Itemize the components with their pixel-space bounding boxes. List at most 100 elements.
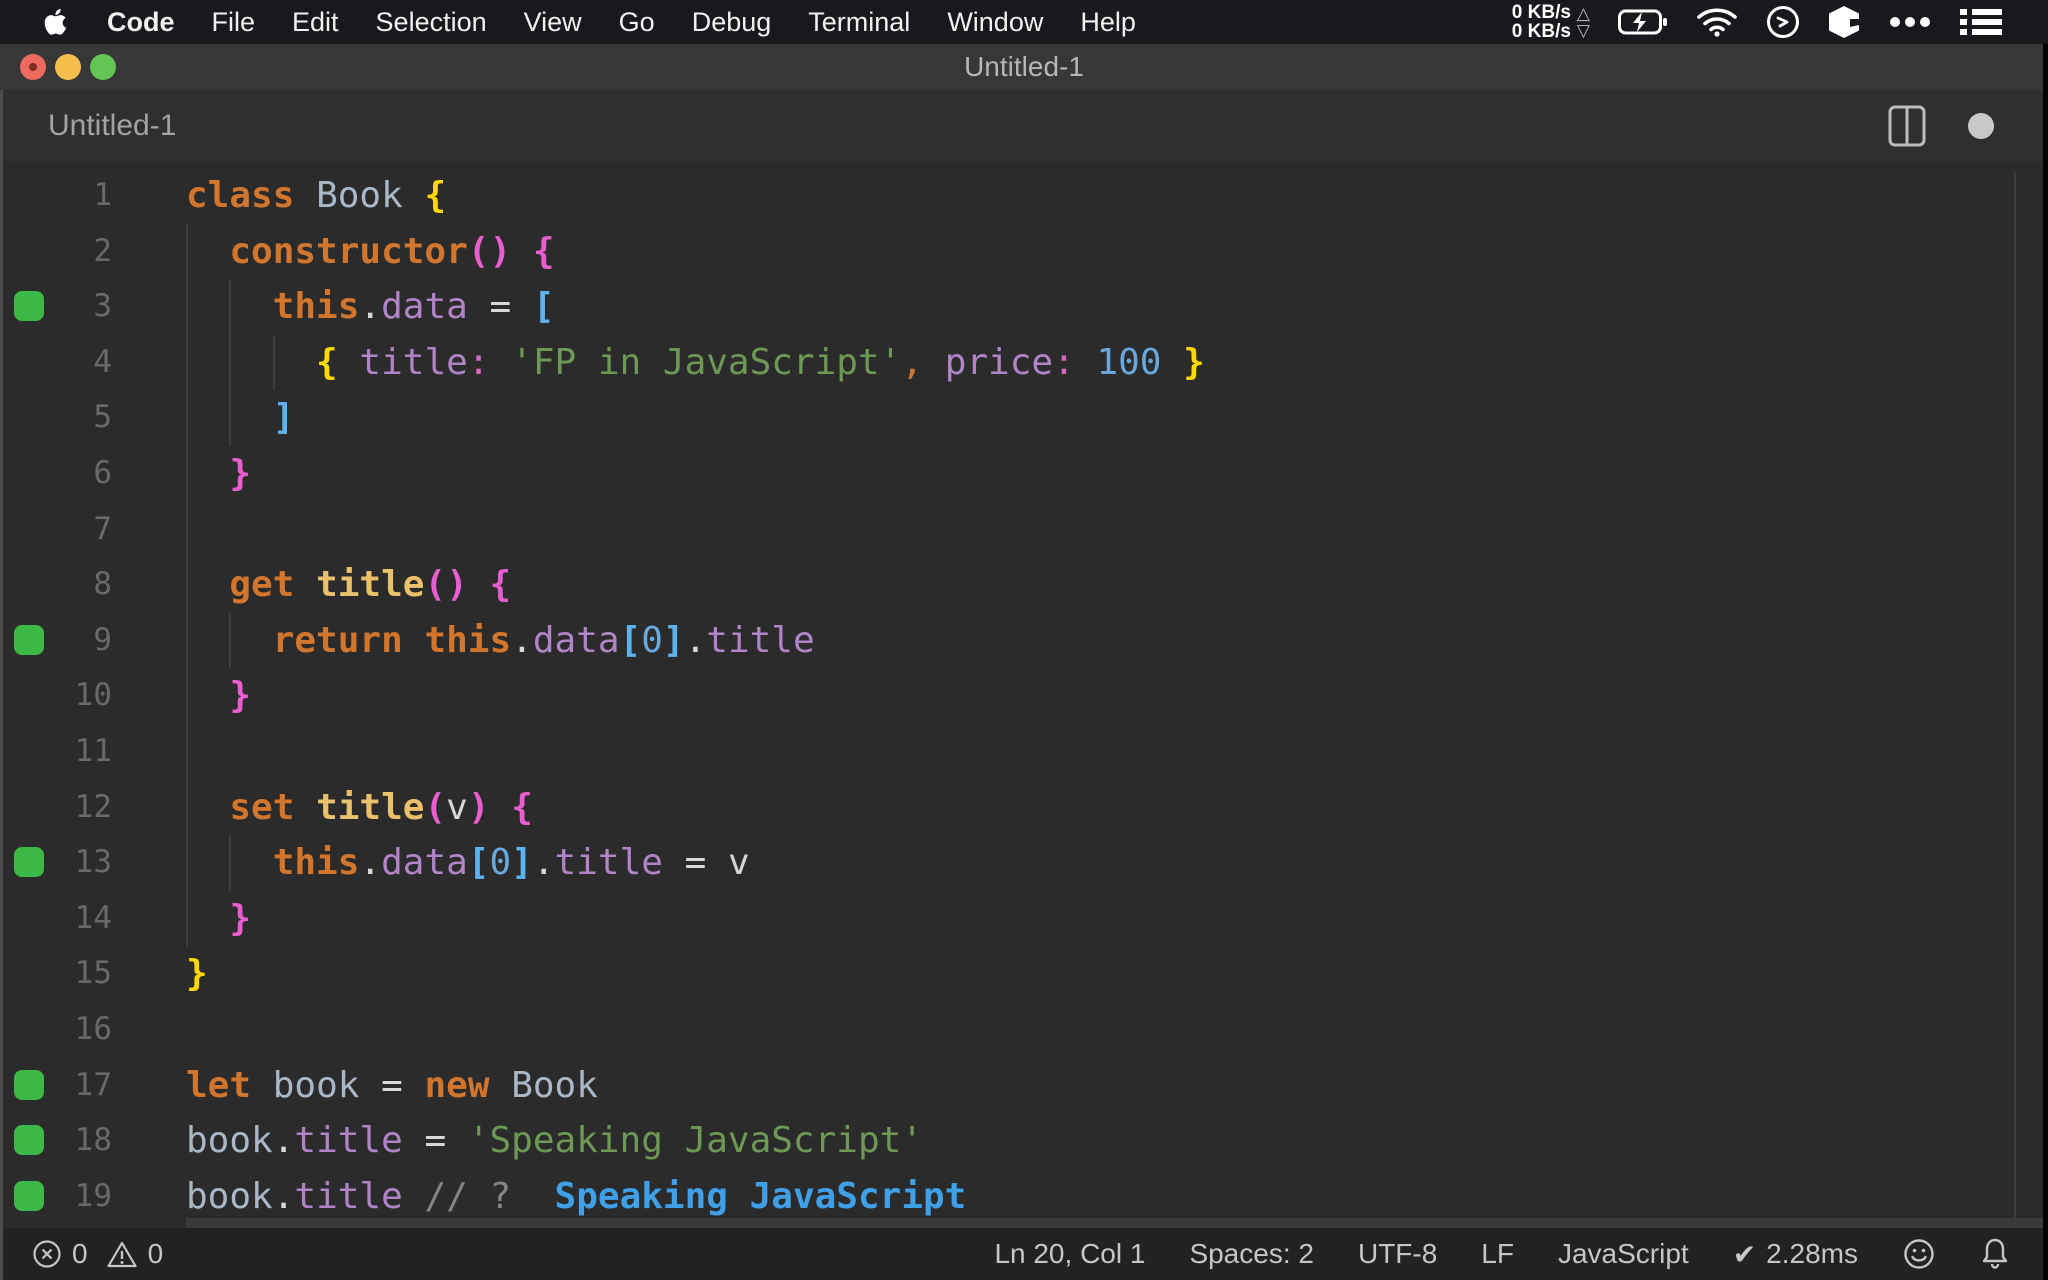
- code-line[interactable]: 18 book.title = 'Speaking JavaScript': [0, 1113, 2048, 1169]
- menu-item-debug[interactable]: Debug: [692, 7, 772, 38]
- code-line[interactable]: 1 class Book {: [0, 168, 2048, 224]
- menu-item-help[interactable]: Help: [1080, 7, 1136, 38]
- menu-item-code[interactable]: Code: [107, 7, 175, 38]
- cube-app-icon[interactable]: [1828, 5, 1860, 39]
- code-line[interactable]: 10 }: [0, 668, 2048, 724]
- code-line[interactable]: 7: [0, 501, 2048, 558]
- code-lines: 1 class Book {2 constructor() {3 this.dat…: [0, 168, 2048, 1224]
- code-line[interactable]: 11: [0, 723, 2048, 780]
- code-text: this.data = [: [272, 286, 555, 328]
- warning-icon: [106, 1240, 138, 1269]
- clock-app-icon[interactable]: [1766, 5, 1800, 39]
- code-text: ]: [272, 397, 295, 439]
- code-text: book.title = 'Speaking JavaScript': [186, 1120, 923, 1162]
- status-bar: 0 0 Ln 20, Col 1 Spaces: 2 UTF-8 LF JavaScri…: [0, 1228, 2048, 1280]
- editor-header: Untitled-1: [0, 90, 2048, 162]
- feedback-smiley-icon[interactable]: [1902, 1237, 1936, 1271]
- quokka-run-time[interactable]: ✔ 2.28ms: [1733, 1238, 1858, 1271]
- window-title-bar[interactable]: Untitled-1: [0, 44, 2048, 90]
- network-up-value: 0 KB/s: [1511, 2, 1571, 23]
- line-number: 6: [93, 454, 112, 491]
- unsaved-changes-indicator[interactable]: [1968, 113, 1994, 139]
- status-indentation[interactable]: Spaces: 2: [1189, 1238, 1314, 1270]
- scrollbar-edge[interactable]: [2014, 172, 2016, 1228]
- code-text: book.title // ? Speaking JavaScript: [186, 1175, 967, 1217]
- line-number: 16: [74, 1010, 112, 1047]
- split-editor-icon[interactable]: [1888, 105, 1926, 147]
- line-number: 9: [93, 621, 112, 658]
- code-text: }: [229, 675, 252, 717]
- menu-item-edit[interactable]: Edit: [292, 7, 339, 38]
- line-number: 7: [93, 510, 112, 547]
- line-number: 1: [93, 177, 112, 213]
- code-line[interactable]: 16: [0, 1002, 2048, 1058]
- list-menu-icon[interactable]: [1960, 8, 2002, 36]
- code-line[interactable]: 9 return this.data[0].title: [0, 612, 2048, 669]
- line-number: 2: [93, 232, 112, 269]
- warning-count: 0: [147, 1238, 164, 1269]
- line-number: 14: [74, 899, 112, 936]
- line-number: 19: [74, 1177, 112, 1214]
- line-number: 4: [93, 343, 112, 380]
- code-text: constructor() {: [229, 230, 555, 272]
- code-line[interactable]: 2 constructor() {: [0, 223, 2048, 280]
- error-icon: [32, 1239, 62, 1269]
- status-items: Ln 20, Col 1 Spaces: 2 UTF-8 LF JavaScript: [994, 1238, 1688, 1270]
- code-line[interactable]: 8 get title() {: [0, 557, 2048, 613]
- run-time-value: 2.28ms: [1766, 1238, 1858, 1269]
- code-text: }: [186, 953, 208, 995]
- code-line[interactable]: 5 ]: [0, 390, 2048, 446]
- code-line[interactable]: 4 { title: 'FP in JavaScript', price: 10…: [0, 334, 2048, 391]
- apple-menu-icon[interactable]: [44, 7, 70, 37]
- upload-arrow-icon: △: [1576, 4, 1590, 23]
- code-text: return this.data[0].title: [272, 619, 815, 661]
- menu-item-file[interactable]: File: [212, 7, 256, 38]
- code-text: { title: 'FP in JavaScript', price: 100 …: [316, 341, 1205, 383]
- line-number: 17: [74, 1066, 112, 1103]
- menu-item-go[interactable]: Go: [619, 7, 655, 38]
- battery-charging-icon[interactable]: [1618, 9, 1668, 35]
- code-line[interactable]: 19 book.title // ? Speaking JavaScript: [0, 1169, 2048, 1225]
- tab-untitled-1[interactable]: Untitled-1: [48, 90, 176, 162]
- window-right-edge: [2043, 44, 2048, 1280]
- line-number: 18: [74, 1122, 112, 1159]
- code-text: let book = new Book: [186, 1064, 598, 1106]
- line-number: 8: [93, 566, 112, 603]
- network-throughput-indicator[interactable]: 0 KB/s 0 KB/s △ ▽: [1512, 3, 1590, 41]
- menu-item-view[interactable]: View: [524, 7, 582, 38]
- code-line[interactable]: 13 this.data[0].title = v: [0, 835, 2048, 891]
- line-number: 10: [74, 677, 112, 714]
- ellipsis-icon[interactable]: [1888, 16, 1932, 28]
- code-line[interactable]: 6 }: [0, 445, 2048, 502]
- error-count: 0: [72, 1238, 88, 1269]
- code-line[interactable]: 12 set title(v) {: [0, 779, 2048, 836]
- wifi-icon[interactable]: [1696, 7, 1738, 37]
- status-eol-sequence[interactable]: LF: [1481, 1238, 1514, 1270]
- menu-item-window[interactable]: Window: [947, 7, 1043, 38]
- code-editor[interactable]: 1 class Book {2 constructor() {3 this.dat…: [0, 162, 2048, 1228]
- menu-item-terminal[interactable]: Terminal: [808, 7, 910, 38]
- current-line-highlight: [186, 1218, 2048, 1228]
- status-encoding[interactable]: UTF-8: [1358, 1238, 1437, 1270]
- code-text: class Book {: [186, 175, 447, 216]
- code-text: get title() {: [229, 564, 512, 606]
- status-language-mode[interactable]: JavaScript: [1558, 1238, 1689, 1270]
- line-number: 11: [74, 732, 112, 769]
- screen: Code File Edit Selection View Go Debug Termina…: [0, 0, 2048, 1280]
- code-line[interactable]: 14 }: [0, 890, 2048, 947]
- line-number: 13: [74, 844, 112, 881]
- code-line[interactable]: 3 this.data = [: [0, 279, 2048, 335]
- code-line[interactable]: 17 let book = new Book: [0, 1058, 2048, 1114]
- line-number: 15: [74, 955, 112, 992]
- indent-guide: [186, 723, 188, 780]
- status-cursor-position[interactable]: Ln 20, Col 1: [994, 1238, 1145, 1270]
- network-down-value: 0 KB/s: [1511, 21, 1571, 42]
- notifications-bell-icon[interactable]: [1980, 1237, 2010, 1271]
- code-text: }: [229, 897, 252, 939]
- code-line[interactable]: 15}: [0, 946, 2048, 1002]
- menu-item-selection[interactable]: Selection: [376, 7, 487, 38]
- problems-indicator[interactable]: 0 0: [32, 1228, 163, 1280]
- line-number: 5: [93, 399, 112, 436]
- macos-menu-bar: Code File Edit Selection View Go Debug Termina…: [0, 0, 2048, 44]
- code-text: this.data[0].title = v: [272, 842, 750, 884]
